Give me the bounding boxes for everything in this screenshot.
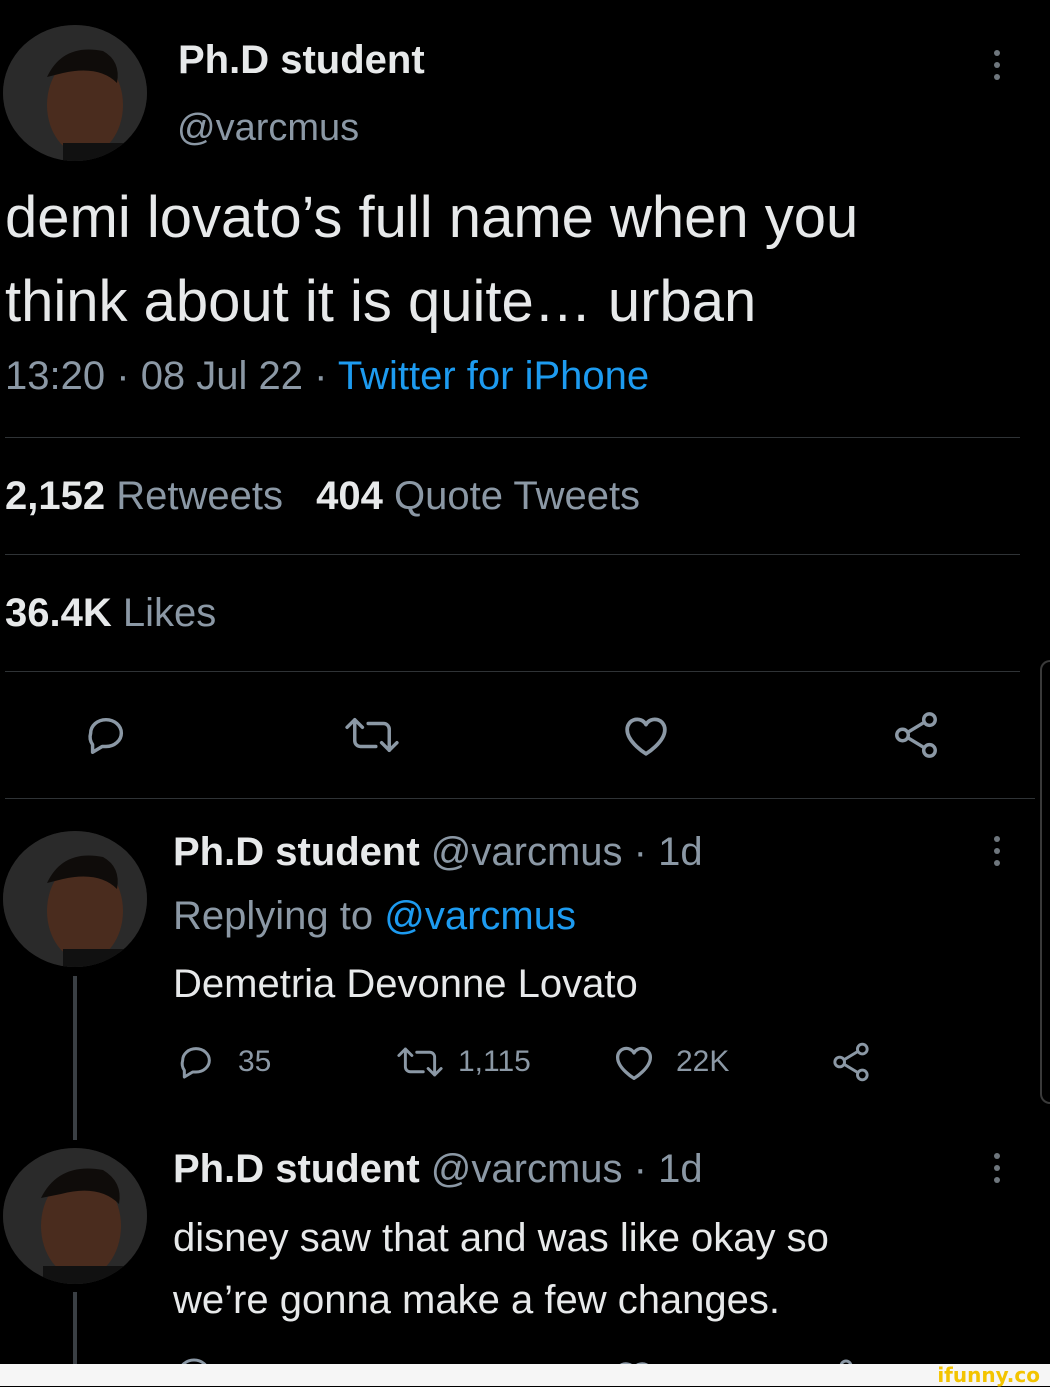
replying-to: Replying to @varcmus xyxy=(173,894,576,939)
handle[interactable]: @varcmus xyxy=(431,830,623,874)
reply-button[interactable]: 35 xyxy=(176,1042,271,1082)
retweet-button[interactable] xyxy=(340,712,404,758)
tweet-meta: 13:20 · 08 Jul 22 · Twitter for iPhone xyxy=(5,354,649,399)
more-options-icon[interactable] xyxy=(993,1153,1001,1183)
reply-button[interactable] xyxy=(82,712,130,758)
divider xyxy=(5,798,1035,799)
more-options-icon[interactable] xyxy=(993,50,1001,80)
tweet-age[interactable]: 1d xyxy=(658,1147,703,1191)
separator: · xyxy=(314,354,328,398)
retweets-stat[interactable]: 2,152 Retweets xyxy=(5,474,294,518)
quotes-stat[interactable]: 404 Quote Tweets xyxy=(316,474,640,518)
reply-count: 35 xyxy=(238,1045,272,1078)
retweet-button[interactable]: 1,115 xyxy=(394,1042,531,1082)
thread-line xyxy=(73,976,77,1140)
tweet-text-line: demi lovato’s full name when you xyxy=(5,185,859,250)
share-button[interactable] xyxy=(890,710,942,760)
tweet-text: demi lovato’s full name when you think a… xyxy=(5,176,858,344)
retweet-count: 1,115 xyxy=(458,1045,531,1078)
divider xyxy=(5,437,1020,438)
reply-text: Demetria Devonne Lovato xyxy=(173,962,638,1006)
cut-off-icons xyxy=(181,1358,853,1364)
divider xyxy=(5,554,1020,555)
separator: · xyxy=(633,1147,647,1191)
tweet-text-line: think about it is quite… urban xyxy=(5,269,757,334)
scrollbar[interactable] xyxy=(1040,660,1050,1104)
separator: · xyxy=(116,354,130,398)
more-options-icon[interactable] xyxy=(993,836,1001,866)
reply-header: Ph.D student @varcmus · 1d xyxy=(173,1147,703,1192)
avatar[interactable] xyxy=(3,1148,147,1284)
handle[interactable]: @varcmus xyxy=(431,1147,623,1191)
handle[interactable]: @varcmus xyxy=(177,107,359,150)
tweet-age[interactable]: 1d xyxy=(658,830,703,874)
like-button[interactable]: 22K xyxy=(612,1042,729,1082)
share-button[interactable] xyxy=(830,1040,872,1084)
separator: · xyxy=(633,830,647,874)
avatar-photo xyxy=(3,25,147,161)
thread-line xyxy=(73,1292,77,1364)
replying-handle[interactable]: @varcmus xyxy=(384,894,576,938)
tweet-time: 13:20 xyxy=(5,354,106,398)
reply-icon xyxy=(88,717,124,754)
reply-text: disney saw that and was like okay so we’… xyxy=(173,1207,829,1331)
footer-bar xyxy=(0,1364,1050,1386)
retweet-icon xyxy=(397,1047,443,1077)
likes-count: 36.4K xyxy=(5,591,112,635)
avatar[interactable] xyxy=(3,25,147,161)
avatar-photo xyxy=(3,831,147,967)
like-icon xyxy=(616,1046,652,1080)
avatar[interactable] xyxy=(3,831,147,967)
like-icon xyxy=(625,717,667,756)
display-name[interactable]: Ph.D student xyxy=(173,1147,420,1191)
tweet-date: 08 Jul 22 xyxy=(140,354,304,398)
retweets-label: Retweets xyxy=(116,474,283,518)
reply-icon xyxy=(180,1047,211,1079)
reply-text-line: disney saw that and was like okay so xyxy=(173,1216,829,1260)
likes-label: Likes xyxy=(122,591,217,635)
display-name[interactable]: Ph.D student xyxy=(178,38,425,83)
quotes-count: 404 xyxy=(316,474,383,518)
tweet-source[interactable]: Twitter for iPhone xyxy=(338,354,649,398)
reply-header: Ph.D student @varcmus · 1d xyxy=(173,830,703,875)
likes-stat[interactable]: 36.4K Likes xyxy=(5,591,216,636)
like-button[interactable] xyxy=(620,712,672,758)
share-icon xyxy=(895,712,937,758)
retweet-icon xyxy=(345,717,399,753)
reply-text-line: we’re gonna make a few changes. xyxy=(173,1278,781,1322)
engagement-stats: 2,152 Retweets 404 Quote Tweets xyxy=(5,474,640,519)
retweets-count: 2,152 xyxy=(5,474,106,518)
replying-prefix: Replying to xyxy=(173,894,374,938)
display-name[interactable]: Ph.D student xyxy=(173,830,420,874)
cut-off-action-row xyxy=(176,1352,876,1364)
share-icon xyxy=(833,1042,869,1082)
like-count: 22K xyxy=(676,1045,730,1078)
quotes-label: Quote Tweets xyxy=(393,474,641,518)
watermark-logo: ifunny.co xyxy=(937,1363,1040,1387)
avatar-photo xyxy=(3,1148,147,1284)
divider xyxy=(5,671,1020,672)
